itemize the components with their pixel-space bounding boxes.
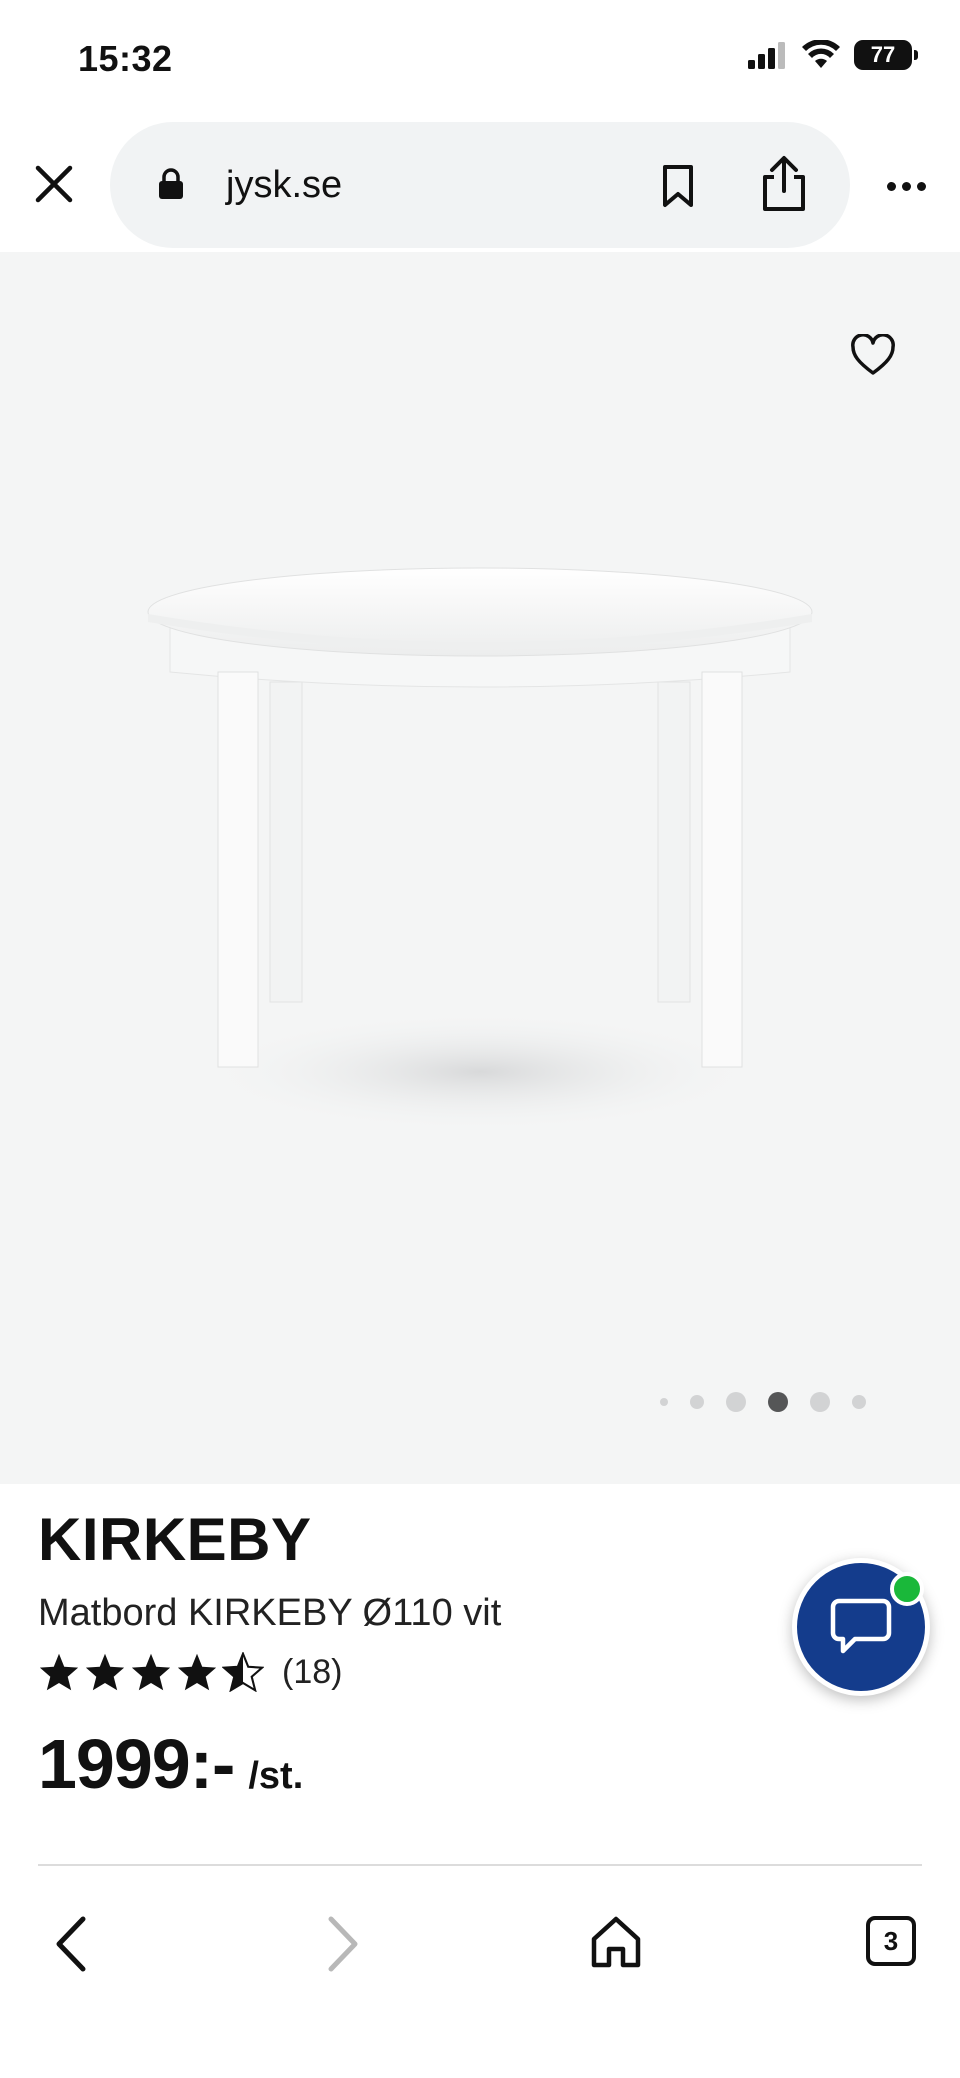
home-button[interactable] <box>588 1912 644 1972</box>
back-button[interactable] <box>44 1912 96 1976</box>
share-icon <box>763 156 805 211</box>
more-icon <box>901 181 911 191</box>
carousel-dot[interactable] <box>726 1392 746 1412</box>
bookmark-icon <box>663 165 693 207</box>
chevron-right-icon <box>328 1916 358 1972</box>
carousel-dot[interactable] <box>852 1395 866 1409</box>
price-value: 1999:- <box>38 1725 235 1803</box>
battery-indicator: 77 <box>854 40 918 70</box>
more-icon <box>886 181 896 191</box>
star-icon <box>177 1653 217 1691</box>
product-description: Matbord KIRKEBY Ø110 vit <box>38 1592 502 1634</box>
status-icons: 77 <box>748 40 918 70</box>
wifi-icon <box>802 40 840 68</box>
browser-bottom-nav: 3 <box>0 1866 960 2078</box>
forward-button[interactable] <box>318 1912 370 1976</box>
tabs-button[interactable]: 3 <box>866 1916 916 1966</box>
carousel-dot[interactable] <box>810 1392 830 1412</box>
close-button[interactable] <box>30 160 78 208</box>
close-icon <box>35 165 73 203</box>
product-photo <box>147 567 813 1132</box>
bookmark-button[interactable] <box>650 158 706 214</box>
more-button[interactable] <box>876 164 936 208</box>
half-star-icon <box>222 1652 264 1692</box>
star-icon <box>131 1653 171 1691</box>
star-icon <box>39 1653 79 1691</box>
carousel-dot[interactable] <box>660 1398 668 1406</box>
star-icon <box>85 1653 125 1691</box>
price-unit: /st. <box>248 1755 304 1797</box>
online-status-badge <box>890 1572 924 1606</box>
status-time: 15:32 <box>78 38 173 79</box>
browser-toolbar: jysk.se <box>0 120 960 252</box>
rating-stars <box>38 1652 264 1692</box>
home-icon <box>591 1916 641 1968</box>
chevron-left-icon <box>56 1916 86 1972</box>
cellular-signal-icon <box>748 42 785 69</box>
product-price: 1999:- /st. <box>38 1724 303 1804</box>
carousel-dots <box>660 1392 866 1412</box>
status-bar: 15:32 77 <box>0 0 960 120</box>
product-title: KIRKEBY <box>38 1506 312 1573</box>
product-rating[interactable]: (18) <box>38 1652 342 1692</box>
lock-icon <box>159 168 183 199</box>
url-text: jysk.se <box>226 164 343 206</box>
product-image-carousel[interactable] <box>0 252 960 1484</box>
carousel-dot-active[interactable] <box>768 1392 788 1412</box>
share-button[interactable] <box>754 152 814 216</box>
carousel-dot[interactable] <box>690 1395 704 1409</box>
chat-bubble-icon <box>830 1598 892 1654</box>
address-bar[interactable]: jysk.se <box>110 122 850 248</box>
more-icon <box>916 181 926 191</box>
review-count: (18) <box>282 1652 343 1691</box>
heart-icon <box>851 334 895 375</box>
favorite-button[interactable] <box>846 328 900 382</box>
